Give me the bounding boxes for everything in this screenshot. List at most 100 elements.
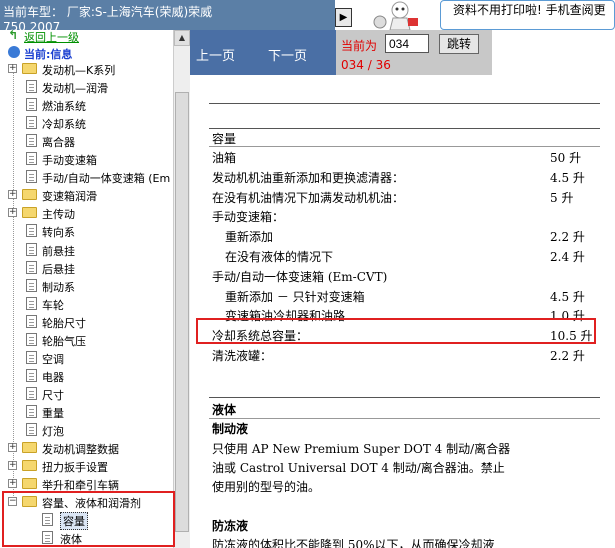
top-rule [209, 103, 602, 104]
vehicle-model-line: 当前车型： 厂家:S-上海汽车(荣威)荣威 [3, 5, 213, 19]
tree-item-label[interactable]: 制动系 [42, 279, 75, 295]
scroll-up-icon[interactable]: ▲ [174, 30, 190, 46]
tree-scrollbar[interactable]: ▲ [173, 30, 190, 548]
capacity-row-label: 重新添加 － 只针对变速箱 [225, 289, 365, 304]
capacity-row-label: 手动/自动一体变速箱 (Em-CVT) [212, 269, 388, 284]
document-icon [26, 296, 37, 310]
tree-item-label[interactable]: 轮胎尺寸 [42, 315, 86, 331]
capacity-row-value: 4.5 升 [550, 170, 585, 185]
capacity-row-value: 5 升 [550, 190, 574, 205]
antifreeze-text: 防冻液的体积比不能降到 50%以下，从而确保冷却液 [212, 538, 495, 548]
capacity-row-value: 2.4 升 [550, 250, 585, 264]
tree-highlight-box [2, 491, 175, 547]
tree-item-label[interactable]: 变速箱润滑 [42, 188, 97, 204]
tree-item-label[interactable]: 手动变速箱 [42, 152, 97, 168]
document-scrollbar[interactable] [600, 75, 615, 548]
back-arrow-icon[interactable]: ↰ [8, 30, 18, 42]
section-fluids-title: 液体 [212, 403, 237, 417]
tree-item-label[interactable]: 发动机—润滑 [42, 80, 108, 96]
capacity-row-label: 清洗液罐： [212, 349, 273, 363]
brake-fluid-text: 油或 Castrol Universal DOT 4 制动/离合器油。禁止 [212, 461, 505, 475]
tree-item-label[interactable]: 后悬挂 [42, 261, 75, 277]
antifreeze-title: 防冻液 [212, 519, 249, 533]
brake-fluid-title: 制动液 [212, 422, 249, 436]
coolant-highlight-box [196, 318, 596, 344]
tree-item-label[interactable]: 轮胎气压 [42, 333, 86, 349]
tree-item-label[interactable]: 尺寸 [42, 387, 64, 403]
document-icon [26, 80, 37, 94]
document-icon [26, 404, 37, 418]
section-sub-rule [209, 146, 602, 147]
document-icon [26, 332, 37, 346]
brake-fluid-text: 使用别的型号的油。 [212, 480, 321, 494]
tree-item-label[interactable]: 扭力扳手设置 [42, 459, 108, 475]
capacity-row-value: 50 升 [550, 151, 582, 165]
section-rule [209, 128, 602, 129]
tree-item-label[interactable]: 发动机调整数据 [42, 441, 119, 457]
section-capacity-title: 容量 [212, 132, 237, 146]
tree-item-label[interactable]: 冷却系统 [42, 116, 86, 132]
folder-icon [22, 478, 37, 490]
capacity-row-label: 重新添加 [225, 230, 274, 245]
current-label: 当前:信息 [24, 48, 73, 61]
capacity-row-value: 4.5 升 [550, 289, 585, 304]
tree-item-label[interactable]: 离合器 [42, 134, 75, 150]
document-page: 容量 油箱 50 升发动机机油重新添加和更换滤清器： 4.5 升在没有机油情况下加满… [192, 75, 615, 548]
expand-icon[interactable]: + [8, 190, 17, 200]
folder-icon [22, 442, 37, 454]
jump-button[interactable]: 跳转 [439, 34, 479, 54]
folder-icon [22, 207, 37, 219]
tree-item-label[interactable]: 空调 [42, 351, 64, 367]
document-icon [26, 423, 37, 436]
prev-page-button[interactable]: 上一页 [196, 45, 235, 64]
tree-item-label[interactable]: 前悬挂 [42, 243, 75, 259]
folder-icon [22, 63, 37, 74]
banner-text: 资料不用打印啦! 手机查阅更 [440, 0, 615, 30]
dropdown-arrow-icon[interactable]: ▶ [335, 8, 352, 27]
navigation-tree: ↰ 返回上一级当前:信息 + 发动机—K系列 发动机—润滑 燃油系统冷却系统离合器手动变速… [0, 30, 173, 548]
back-link-label[interactable]: 返回上一级 [24, 30, 79, 45]
capacity-row-value: 2.2 升 [550, 230, 585, 245]
tree-item-label[interactable]: 燃油系统 [42, 98, 86, 114]
page-number-input[interactable] [385, 34, 429, 53]
expand-icon[interactable]: + [8, 443, 17, 453]
folder-icon [22, 460, 37, 472]
tree-item-label[interactable]: 电器 [42, 369, 64, 385]
tree-item-label[interactable]: 重量 [42, 405, 64, 421]
document-icon [26, 368, 37, 382]
info-icon [8, 46, 20, 58]
document-icon [26, 134, 37, 148]
brake-fluid-text: 只使用 AP New Premium Super DOT 4 制动/离合器 [212, 442, 511, 456]
document-icon [26, 98, 37, 112]
capacity-row-label: 在没有液体的情况下 [225, 250, 334, 264]
tree-item-label[interactable]: 主传动 [42, 206, 75, 222]
expand-icon[interactable]: + [8, 479, 17, 489]
tree-item-label[interactable]: 发动机—K系列 [42, 62, 115, 78]
expand-icon[interactable]: + [8, 64, 17, 73]
document-icon [26, 224, 37, 238]
toolbar-blank [492, 30, 615, 75]
page-count: 034 / 36 [341, 58, 391, 72]
expand-icon[interactable]: + [8, 208, 17, 218]
capacity-row-label: 在没有机油情况下加满发动机机油： [212, 190, 405, 205]
document-icon [26, 314, 37, 328]
document-icon [26, 170, 37, 184]
expand-icon[interactable]: + [8, 461, 17, 471]
section-rule [209, 397, 602, 398]
capacity-row-label: 发动机机油重新添加和更换滤清器： [212, 170, 405, 185]
tree-item-label[interactable]: 车轮 [42, 297, 64, 313]
banner-line: 资料不用打印啦! 手机查阅更 [453, 3, 606, 17]
folder-icon [22, 189, 37, 201]
document-icon [26, 242, 37, 256]
scrollbar-thumb[interactable] [175, 92, 189, 532]
tree-item-label[interactable]: 转向系 [42, 224, 75, 240]
vehicle-header: 当前车型： 厂家:S-上海汽车(荣威)荣威 750 2007 [0, 0, 335, 30]
document-icon [26, 278, 37, 292]
capacity-row-label: 油箱 [212, 151, 237, 165]
next-page-button[interactable]: 下一页 [268, 45, 307, 64]
tree-item-label[interactable]: 灯泡 [42, 423, 64, 439]
capacity-row-label: 手动变速箱： [212, 210, 285, 225]
vehicle-model-year: 750 2007 [3, 20, 61, 30]
tree-item-label[interactable]: 手动/自动一体变速箱 (Em [42, 170, 170, 186]
capacity-row-value: 2.2 升 [550, 349, 585, 363]
